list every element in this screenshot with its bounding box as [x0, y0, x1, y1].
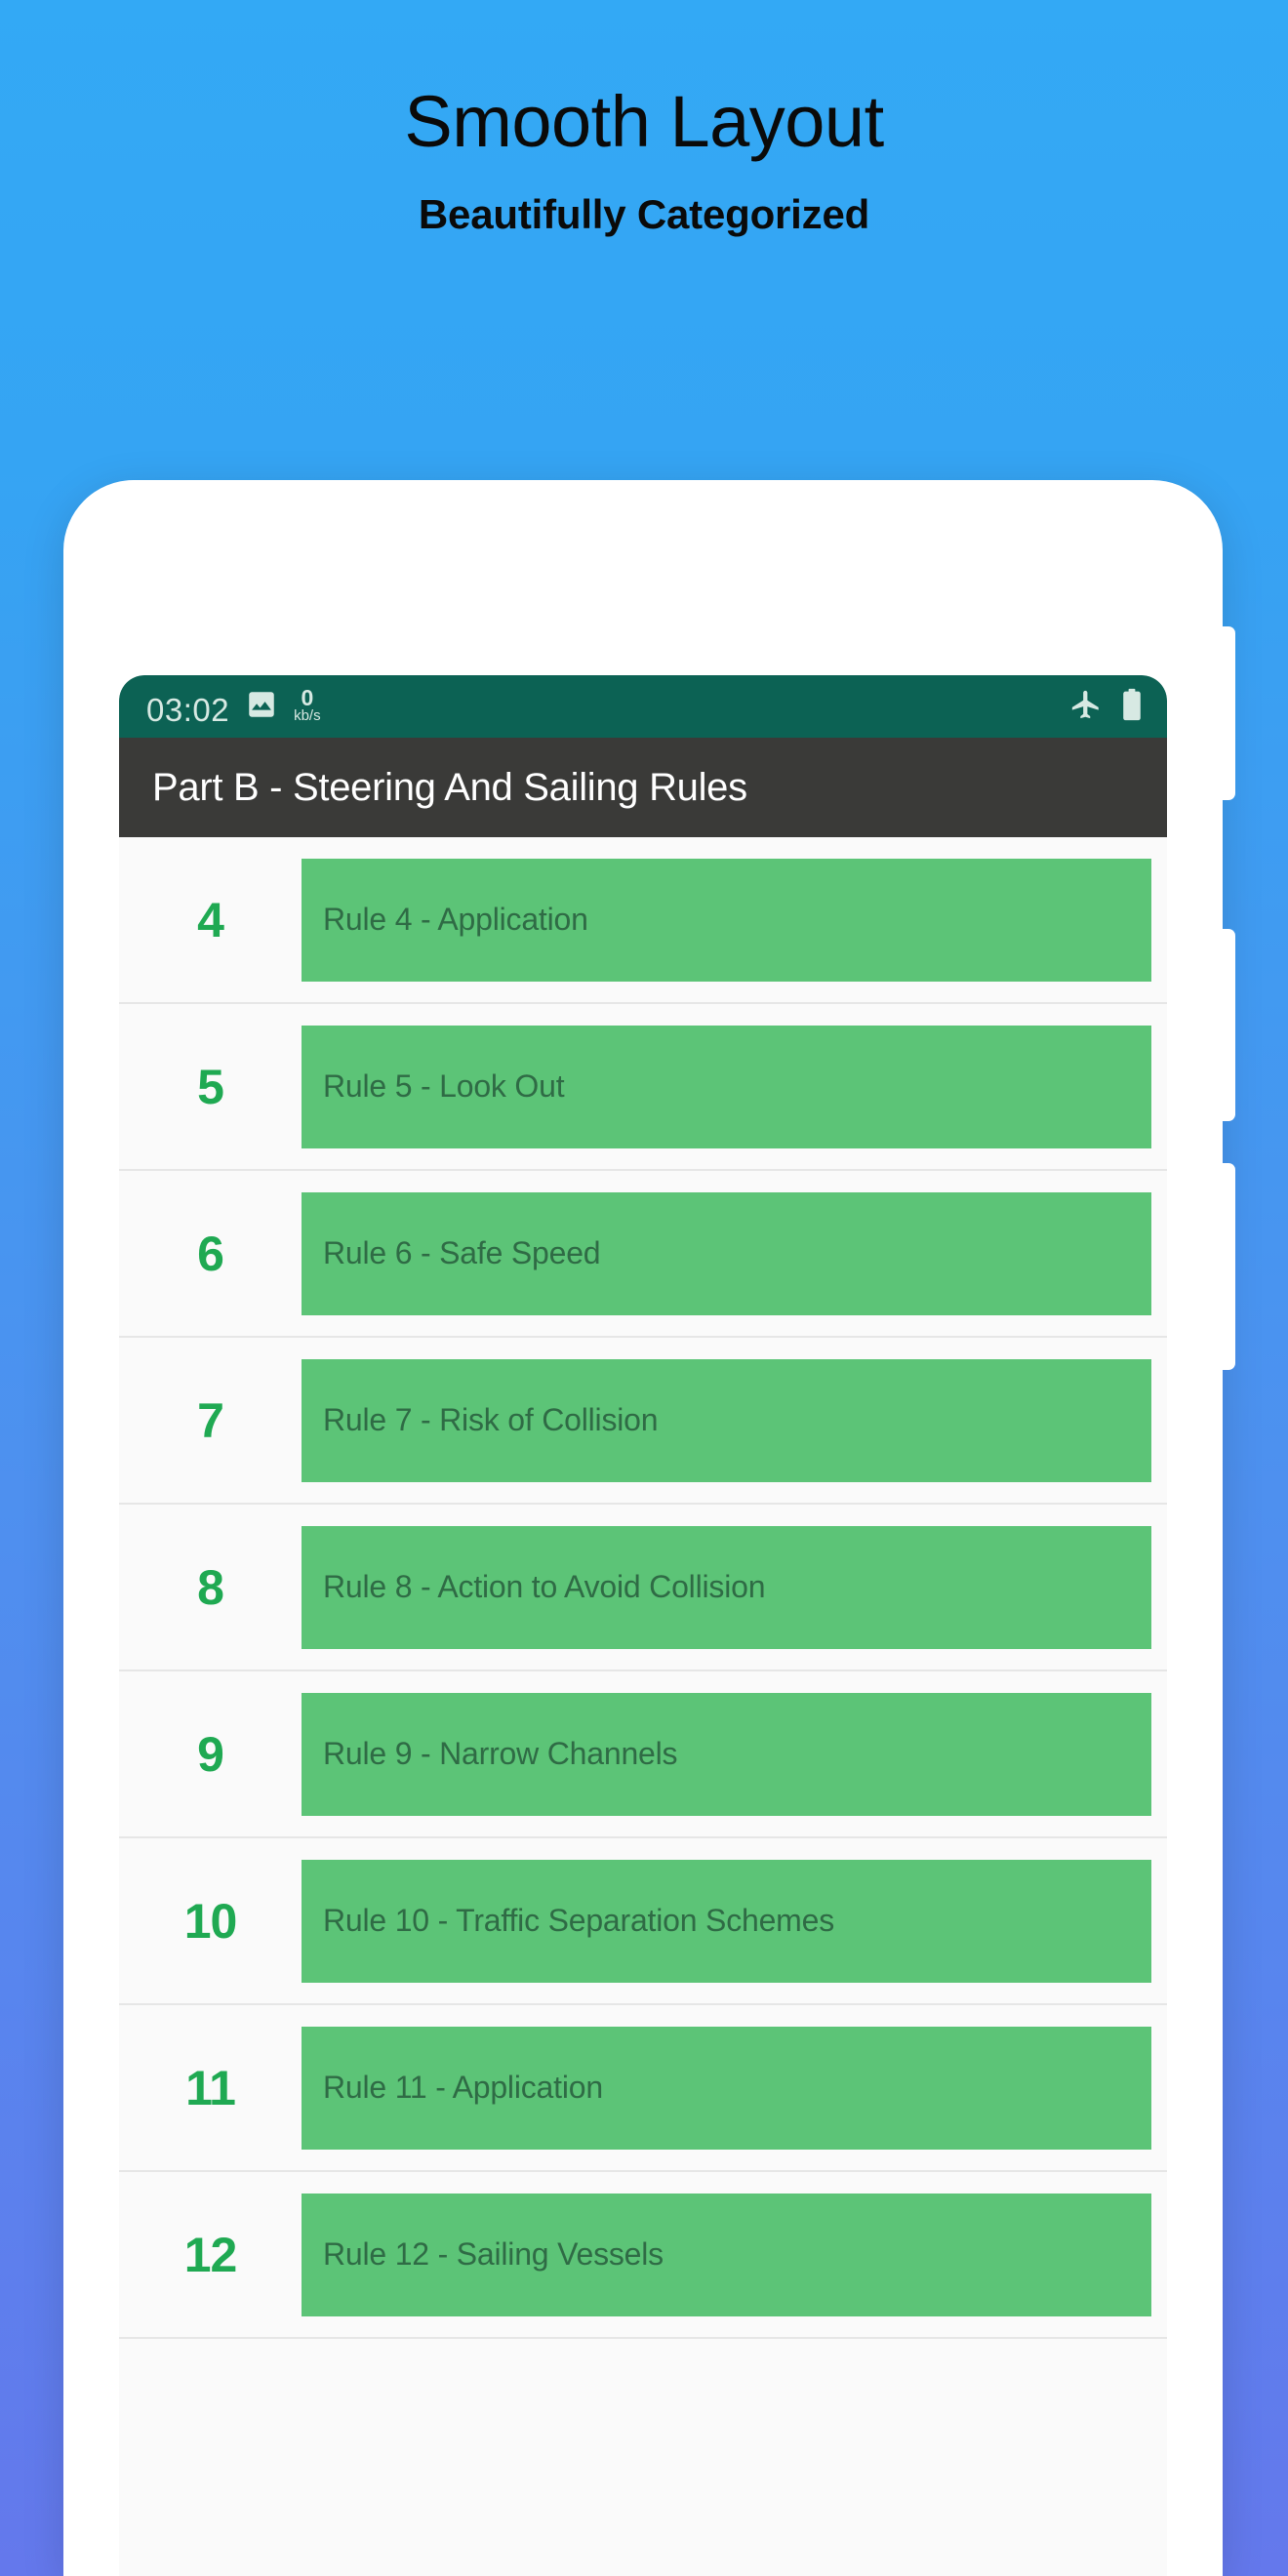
- list-item[interactable]: 10 Rule 10 - Traffic Separation Schemes: [119, 1838, 1167, 2005]
- phone-side-button-volume-up[interactable]: [1222, 626, 1235, 800]
- rule-chip[interactable]: Rule 9 - Narrow Channels: [302, 1692, 1151, 1816]
- network-speed-indicator: 0 kb/s: [294, 685, 321, 725]
- list-item[interactable]: 9 Rule 9 - Narrow Channels: [119, 1671, 1167, 1838]
- rule-number: 8: [197, 1559, 224, 1615]
- rule-chip[interactable]: Rule 12 - Sailing Vessels: [302, 2193, 1151, 2316]
- list-item[interactable]: 12 Rule 12 - Sailing Vessels: [119, 2172, 1167, 2339]
- rule-label: Rule 10 - Traffic Separation Schemes: [323, 1903, 835, 1938]
- network-speed-unit: kb/s: [294, 707, 321, 725]
- list-item[interactable]: 4 Rule 4 - Application: [119, 837, 1167, 1004]
- clock-time: 03:02: [146, 691, 230, 728]
- list-item[interactable]: 8 Rule 8 - Action to Avoid Collision: [119, 1505, 1167, 1671]
- rule-number: 7: [197, 1392, 224, 1448]
- battery-icon: [1120, 688, 1144, 726]
- rule-label: Rule 12 - Sailing Vessels: [323, 2236, 664, 2272]
- rule-label: Rule 5 - Look Out: [323, 1068, 565, 1104]
- rule-chip[interactable]: Rule 10 - Traffic Separation Schemes: [302, 1859, 1151, 1983]
- rule-label: Rule 4 - Application: [323, 902, 588, 937]
- list-item[interactable]: 11 Rule 11 - Application: [119, 2005, 1167, 2172]
- rule-number: 12: [183, 2227, 238, 2282]
- rule-label: Rule 9 - Narrow Channels: [323, 1736, 678, 1771]
- list-item[interactable]: 7 Rule 7 - Risk of Collision: [119, 1338, 1167, 1505]
- list-item[interactable]: 5 Rule 5 - Look Out: [119, 1004, 1167, 1171]
- promo-header: Smooth Layout Beautifully Categorized: [0, 0, 1288, 238]
- network-speed-value: 0: [301, 685, 314, 711]
- rule-chip[interactable]: Rule 8 - Action to Avoid Collision: [302, 1525, 1151, 1649]
- rule-number: 10: [183, 1893, 238, 1949]
- rule-label: Rule 8 - Action to Avoid Collision: [323, 1569, 766, 1604]
- page-title: Smooth Layout: [404, 81, 884, 162]
- image-icon: [245, 688, 278, 726]
- rule-number: 6: [197, 1226, 224, 1281]
- status-bar-right: [1069, 688, 1144, 726]
- rule-chip[interactable]: Rule 5 - Look Out: [302, 1025, 1151, 1148]
- rule-chip[interactable]: Rule 11 - Application: [302, 2026, 1151, 2150]
- phone-screen: 03:02 0 kb/s Part B - Steering And Saili…: [119, 675, 1167, 2576]
- rule-number: 4: [197, 892, 224, 947]
- rule-number: 11: [185, 2060, 236, 2115]
- rule-number: 9: [197, 1726, 224, 1782]
- status-bar-left: 03:02 0 kb/s: [146, 685, 321, 728]
- rule-label: Rule 6 - Safe Speed: [323, 1235, 601, 1270]
- status-bar: 03:02 0 kb/s: [119, 675, 1167, 738]
- rule-number: 5: [197, 1059, 224, 1114]
- airplane-mode-icon: [1069, 688, 1103, 726]
- app-bar: Part B - Steering And Sailing Rules: [119, 738, 1167, 837]
- phone-side-button-volume-down[interactable]: [1222, 929, 1235, 1121]
- rule-chip[interactable]: Rule 7 - Risk of Collision: [302, 1358, 1151, 1482]
- app-bar-title: Part B - Steering And Sailing Rules: [152, 765, 747, 809]
- page-subtitle: Beautifully Categorized: [418, 190, 870, 237]
- rule-label: Rule 11 - Application: [323, 2070, 603, 2105]
- phone-mockup: 03:02 0 kb/s Part B - Steering And Saili…: [63, 480, 1235, 2576]
- rule-label: Rule 7 - Risk of Collision: [323, 1402, 659, 1437]
- phone-side-button-power[interactable]: [1222, 1163, 1235, 1370]
- rule-list[interactable]: 4 Rule 4 - Application 5 Rule 5 - Look O…: [119, 837, 1167, 2339]
- rule-chip[interactable]: Rule 6 - Safe Speed: [302, 1191, 1151, 1315]
- rule-chip[interactable]: Rule 4 - Application: [302, 858, 1151, 982]
- list-item[interactable]: 6 Rule 6 - Safe Speed: [119, 1171, 1167, 1338]
